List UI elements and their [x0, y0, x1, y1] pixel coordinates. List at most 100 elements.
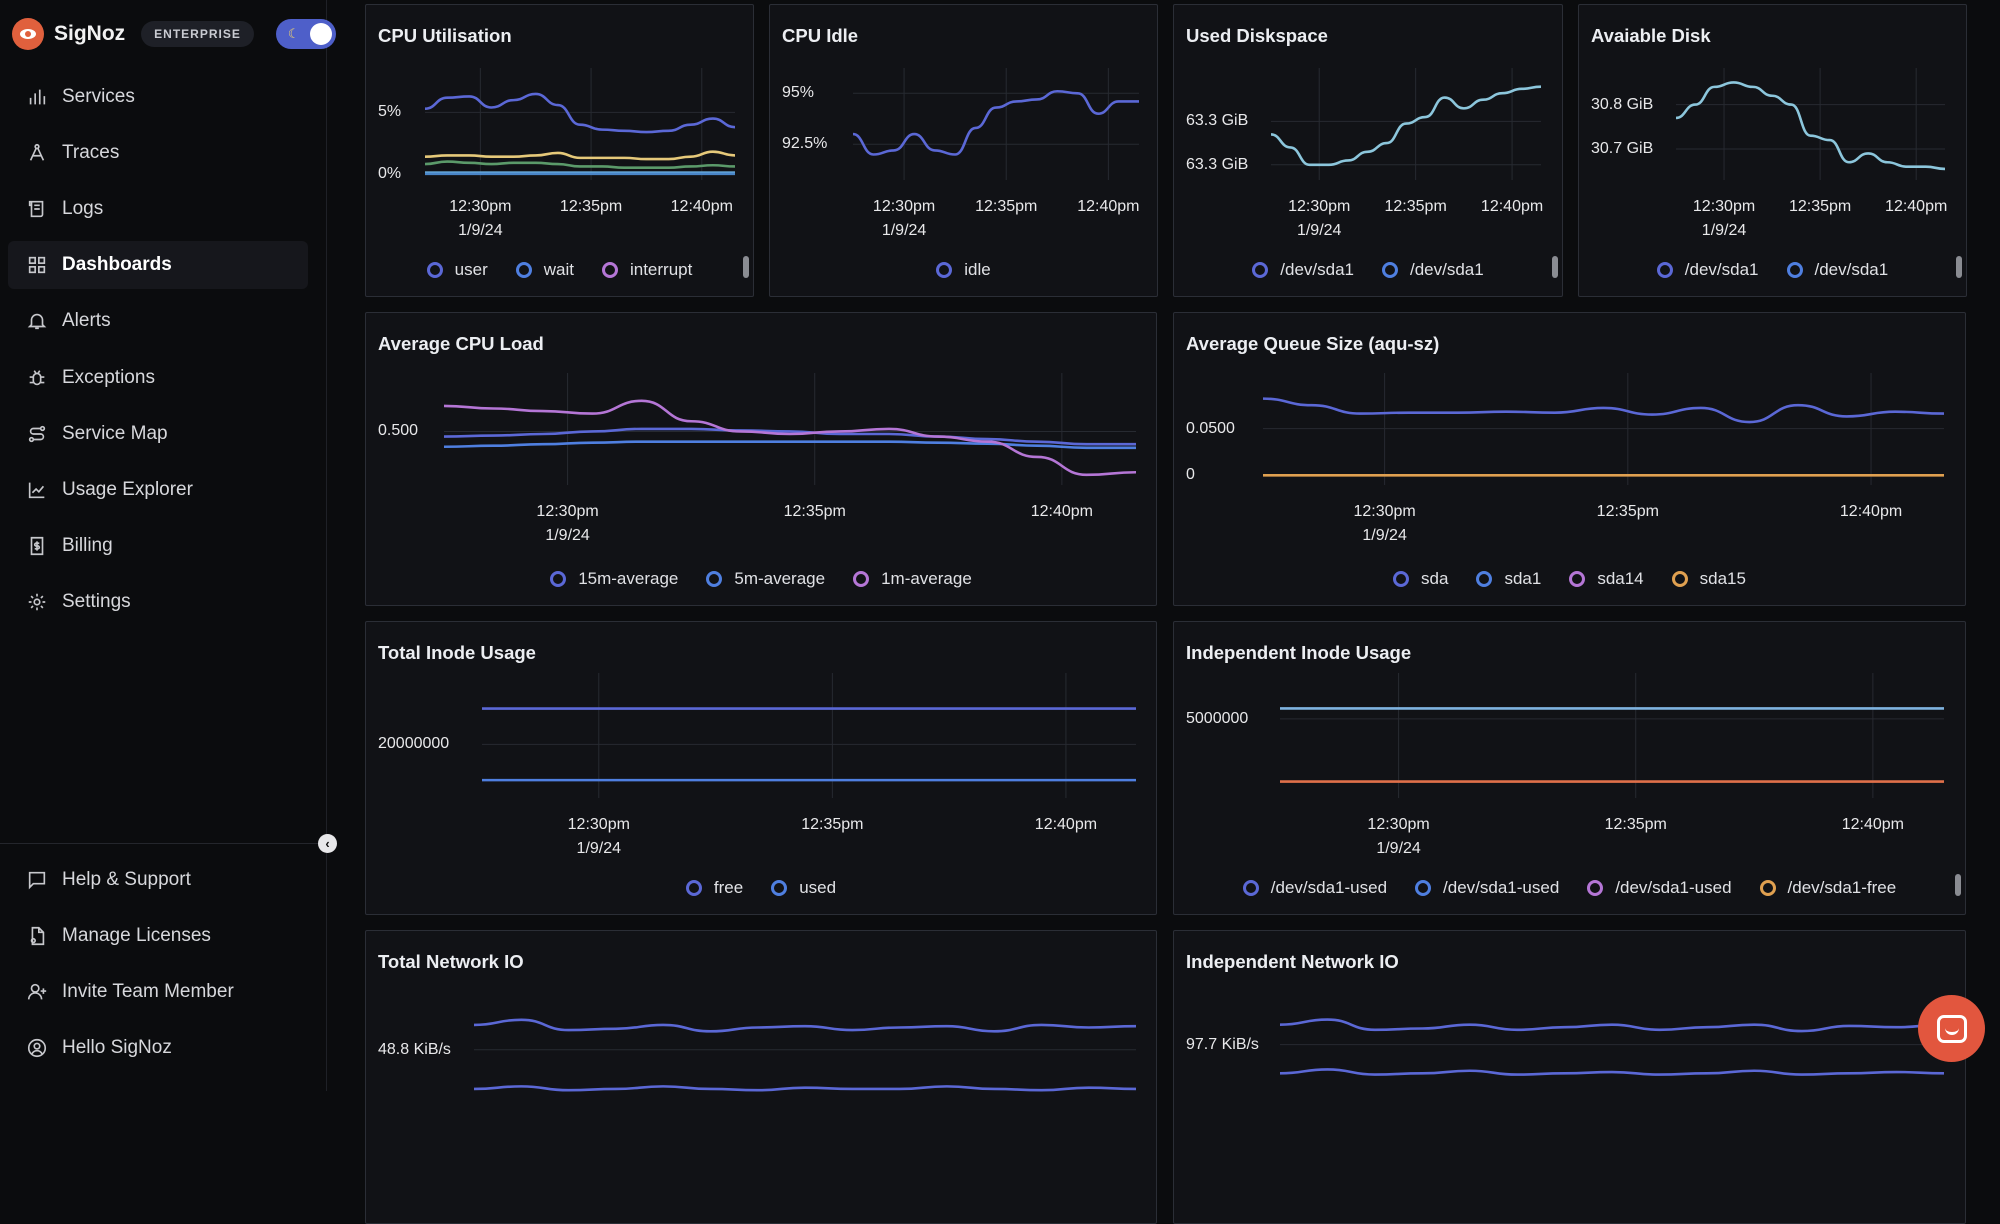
legend-scrollbar[interactable] — [1552, 256, 1558, 278]
legend-item[interactable]: sda14 — [1569, 569, 1644, 589]
sidebar-item-billing[interactable]: Billing — [8, 522, 308, 570]
grid-icon — [28, 257, 46, 274]
sidebar-item-exceptions[interactable]: Exceptions — [8, 354, 308, 402]
bug-icon — [29, 369, 45, 385]
x-tick-label: 12:30pm 1/9/24 — [449, 198, 511, 240]
x-tick-time: 12:35pm — [1596, 503, 1659, 520]
legend-circle-icon — [706, 571, 723, 587]
legend-item[interactable]: /dev/sda1 — [1252, 260, 1354, 280]
chart-legend: 15m-average 5m-average 1m-average — [366, 569, 1156, 589]
sidebar-item-invite-team-member[interactable]: Invite Team Member — [8, 968, 308, 1016]
panel-average-queue-size-aqu-sz: Average Queue Size (aqu-sz) 12:30pm 1/9/24… — [1173, 312, 1966, 606]
x-tick-time: 12:35pm — [975, 198, 1038, 215]
scroll-icon — [28, 201, 44, 218]
sidebar-item-label: Traces — [62, 142, 120, 164]
series-line[interactable] — [473, 1085, 1137, 1092]
legend-item[interactable]: /dev/sda1-used — [1415, 878, 1559, 898]
legend-scrollbar[interactable] — [1955, 874, 1961, 896]
legend-item[interactable]: interrupt — [601, 260, 693, 280]
y-tick-label: 97.7 KiB/s — [1186, 1035, 1259, 1053]
edition-badge: ENTERPRISE — [141, 21, 254, 47]
legend-item[interactable]: idle — [936, 260, 991, 280]
legend-circle-icon — [1476, 571, 1493, 587]
legend-item[interactable]: sda15 — [1671, 569, 1746, 589]
signoz-logo-icon[interactable] — [12, 18, 44, 50]
sidebar-item-settings[interactable]: Settings — [8, 578, 308, 626]
series-line[interactable] — [1262, 397, 1945, 424]
sidebar-item-traces[interactable]: Traces — [8, 129, 308, 177]
sidebar-item-label: Alerts — [62, 310, 111, 332]
legend-label: 1m-average — [881, 569, 972, 588]
legend-item[interactable]: 5m-average — [706, 569, 825, 589]
legend-item[interactable]: sda — [1393, 569, 1448, 589]
sidebar-item-dashboards[interactable]: Dashboards — [8, 241, 308, 290]
series-line[interactable] — [1279, 1068, 1945, 1076]
x-tick-label: 12:40pm — [1077, 198, 1139, 216]
legend-label: interrupt — [629, 260, 693, 279]
x-tick-label: 12:35pm — [1597, 503, 1659, 521]
collapse-sidebar-button[interactable]: ‹ — [318, 834, 337, 853]
sidebar-item-manage-licenses[interactable]: Manage Licenses — [8, 912, 308, 960]
sidebar-item-logs[interactable]: Logs — [8, 185, 308, 233]
legend-item[interactable]: /dev/sda1-used — [1242, 878, 1387, 898]
series-line[interactable] — [473, 1018, 1137, 1033]
x-tick-label: 12:40pm — [1035, 816, 1097, 834]
series-line[interactable] — [424, 92, 736, 134]
x-tick-time: 12:35pm — [801, 816, 864, 833]
x-tick-time: 12:40pm — [670, 198, 733, 215]
series-line[interactable] — [1279, 1018, 1945, 1033]
series-line[interactable] — [424, 150, 736, 161]
legend-circle-icon — [601, 262, 618, 278]
sidebar: SigNoz ENTERPRISE ☾ Services Traces Logs Da… — [0, 0, 337, 1091]
x-tick-time: 12:40pm — [1030, 503, 1093, 520]
legend-item[interactable]: 15m-average — [550, 569, 678, 589]
legend-label: sda14 — [1597, 569, 1644, 588]
legend-item[interactable]: /dev/sda1-used — [1587, 878, 1732, 898]
x-tick-date: 1/9/24 — [881, 222, 927, 239]
y-tick-label: 92.5% — [782, 135, 828, 153]
series-line[interactable] — [1270, 85, 1542, 167]
line-chart-icon — [28, 482, 45, 498]
panel-independent-network-io: Independent Network IO 97.7 KiB/s — [1173, 930, 1966, 1224]
x-tick-label: 12:40pm — [1842, 816, 1904, 834]
sidebar-item-services[interactable]: Services — [8, 73, 308, 121]
sidebar-item-usage-explorer[interactable]: Usage Explorer — [8, 466, 308, 514]
x-tick-time: 12:40pm — [1077, 198, 1140, 215]
legend-scrollbar[interactable] — [1956, 256, 1962, 278]
y-tick-label: 0.500 — [378, 422, 419, 440]
legend-item[interactable]: /dev/sda1 — [1786, 260, 1888, 280]
x-tick-label: 12:35pm — [1385, 198, 1447, 216]
legend-item[interactable]: free — [685, 878, 743, 898]
legend-item[interactable]: 1m-average — [853, 569, 972, 589]
x-tick-time: 12:30pm — [536, 503, 599, 520]
panel-cpu-idle: CPU Idle 12:30pm 1/9/24 12:35pm 12:40pm 95% 92… — [769, 4, 1158, 297]
series-line[interactable] — [1675, 81, 1946, 171]
legend-item[interactable]: wait — [515, 260, 574, 280]
sidebar-item-label: Exceptions — [62, 366, 155, 388]
legend-item[interactable]: /dev/sda1-free — [1759, 878, 1896, 898]
series-line[interactable] — [424, 160, 736, 170]
theme-toggle[interactable]: ☾ — [275, 19, 336, 49]
legend-circle-icon — [550, 571, 567, 587]
legend-label: /dev/sda1 — [1410, 260, 1484, 279]
y-tick-label: 5% — [378, 103, 402, 121]
chart-plot — [473, 1018, 1137, 1092]
series-line[interactable] — [852, 89, 1139, 156]
legend-item[interactable]: used — [771, 878, 836, 898]
legend-item[interactable]: user — [426, 260, 488, 280]
legend-item[interactable]: sda1 — [1476, 569, 1541, 589]
legend-scrollbar[interactable] — [743, 256, 749, 278]
legend-item[interactable]: /dev/sda1 — [1382, 260, 1484, 280]
sidebar-item-help-support[interactable]: Help & Support — [8, 856, 308, 904]
sidebar-item-hello-signoz[interactable]: Hello SigNoz — [8, 1024, 308, 1072]
x-tick-label: 12:35pm — [784, 503, 846, 521]
sidebar-item-alerts[interactable]: Alerts — [8, 297, 308, 345]
x-tick-label: 12:35pm — [975, 198, 1037, 216]
legend-circle-icon — [1656, 262, 1673, 278]
chat-support-button[interactable] — [1918, 995, 1985, 1062]
legend-item[interactable]: /dev/sda1 — [1656, 260, 1759, 280]
sidebar-item-service-map[interactable]: Service Map — [8, 410, 308, 458]
legend-circle-icon — [1242, 880, 1259, 896]
series-line[interactable] — [443, 399, 1137, 477]
legend-label: /dev/sda1 — [1684, 260, 1759, 279]
